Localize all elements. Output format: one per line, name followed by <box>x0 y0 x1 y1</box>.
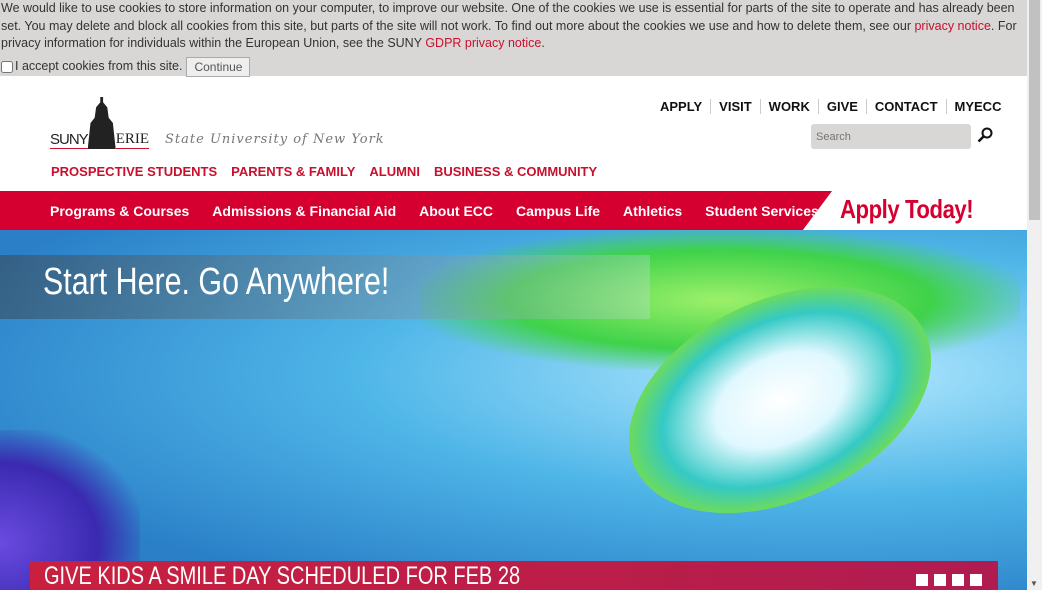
util-apply[interactable]: APPLY <box>652 99 710 114</box>
cookie-message: We would like to use cookies to store in… <box>1 1 1017 50</box>
util-visit[interactable]: VISIT <box>710 99 760 114</box>
audience-nav: PROSPECTIVE STUDENTS PARENTS & FAMILY AL… <box>51 164 597 179</box>
scrollbar[interactable]: ▲▼ <box>1027 0 1042 590</box>
hero-headline[interactable]: GIVE KIDS A SMILE DAY SCHEDULED FOR FEB … <box>44 563 520 589</box>
slide-dot[interactable] <box>970 574 982 586</box>
slide-dot[interactable] <box>952 574 964 586</box>
nav-campus-life[interactable]: Campus Life <box>516 203 600 219</box>
tower-icon <box>87 97 116 149</box>
slide-dots <box>916 574 982 586</box>
nav-athletics[interactable]: Athletics <box>623 203 682 219</box>
nav-student-services[interactable]: Student Services <box>705 203 819 219</box>
accept-cookies-checkbox[interactable] <box>1 60 13 73</box>
cookie-banner: We would like to use cookies to store in… <box>0 0 1027 77</box>
slide-dot[interactable] <box>934 574 946 586</box>
audience-link-parents[interactable]: PARENTS & FAMILY <box>231 164 355 179</box>
suny-erie-logo[interactable]: SUNY ERIE State University of New York <box>50 97 385 149</box>
privacy-notice-link[interactable]: privacy notice <box>914 19 990 33</box>
hero-tagline: Start Here. Go Anywhere! <box>0 255 650 319</box>
nav-programs[interactable]: Programs & Courses <box>50 203 189 219</box>
util-work[interactable]: WORK <box>759 99 818 114</box>
logo-subtitle: State University of New York <box>165 132 385 147</box>
utility-nav: APPLY VISIT WORK GIVE CONTACT MYECC <box>652 99 1009 114</box>
search-icon[interactable] <box>977 127 993 143</box>
search-input[interactable] <box>811 124 971 149</box>
gdpr-notice-link[interactable]: GDPR privacy notice <box>425 36 541 50</box>
scroll-down-icon[interactable]: ▼ <box>1030 579 1038 588</box>
continue-button[interactable]: Continue <box>186 56 251 77</box>
util-contact[interactable]: CONTACT <box>865 99 946 114</box>
nav-admissions[interactable]: Admissions & Financial Aid <box>212 203 396 219</box>
apply-today-link[interactable]: Apply Today! <box>840 194 974 224</box>
hero-caption[interactable]: GIVE KIDS A SMILE DAY SCHEDULED FOR FEB … <box>30 561 998 590</box>
util-myecc[interactable]: MYECC <box>945 99 1010 114</box>
util-give[interactable]: GIVE <box>817 99 866 114</box>
nav-about[interactable]: About ECC <box>419 203 493 219</box>
slide-dot[interactable] <box>916 574 928 586</box>
hero-slider[interactable]: Start Here. Go Anywhere! GIVE KIDS A SMI… <box>0 230 1027 590</box>
accept-cookies-label[interactable]: I accept cookies from this site. <box>15 58 182 76</box>
audience-link-alumni[interactable]: ALUMNI <box>369 164 420 179</box>
audience-link-prospective[interactable]: PROSPECTIVE STUDENTS <box>51 164 217 179</box>
main-nav: Programs & Courses Admissions & Financia… <box>0 191 832 230</box>
audience-link-business[interactable]: BUSINESS & COMMUNITY <box>434 164 597 179</box>
scrollbar-thumb[interactable] <box>1029 0 1040 220</box>
